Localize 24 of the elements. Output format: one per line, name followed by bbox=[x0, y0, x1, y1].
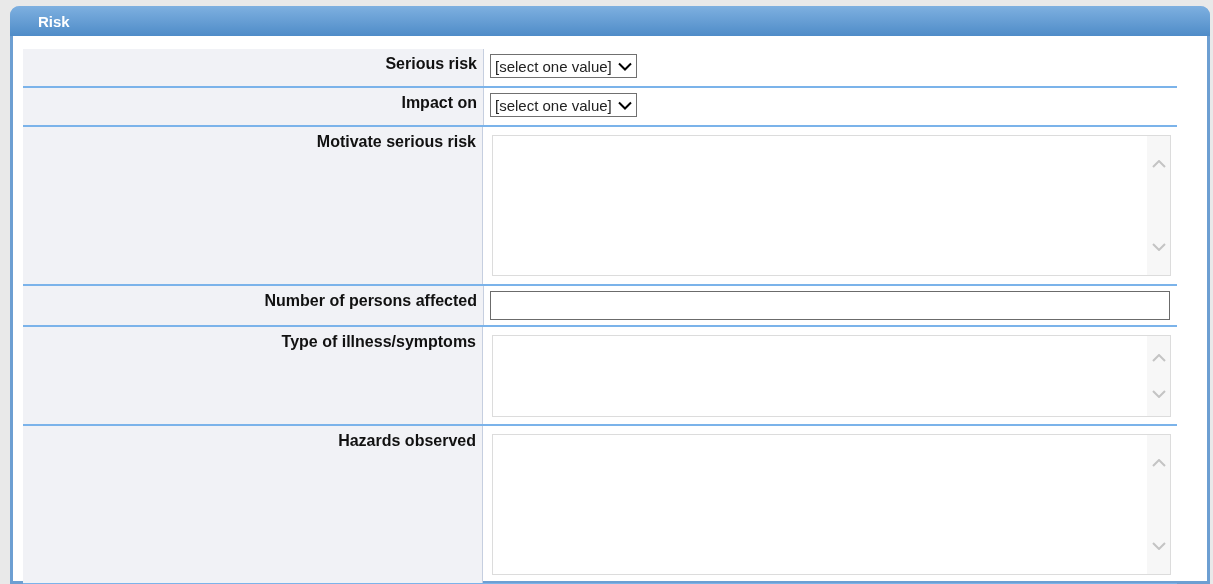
text-area[interactable] bbox=[492, 434, 1171, 575]
input-field[interactable] bbox=[490, 291, 1170, 320]
field-label: Hazards observed bbox=[338, 432, 476, 450]
field-label: Impact on bbox=[401, 94, 477, 112]
scroll-down-icon[interactable] bbox=[1151, 542, 1166, 550]
scrollbar[interactable] bbox=[1147, 435, 1170, 574]
dropdown[interactable]: [select one value] bbox=[490, 54, 637, 78]
panel-title: Risk bbox=[38, 12, 70, 30]
scroll-down-icon[interactable] bbox=[1151, 390, 1166, 398]
caret-icon bbox=[617, 100, 632, 110]
text-area[interactable] bbox=[492, 135, 1171, 276]
scroll-up-icon[interactable] bbox=[1151, 354, 1166, 362]
scrollbar[interactable] bbox=[1147, 336, 1170, 416]
dropdown[interactable]: [select one value] bbox=[490, 93, 637, 117]
text-area[interactable] bbox=[492, 335, 1171, 417]
scroll-down-icon[interactable] bbox=[1151, 243, 1166, 251]
field-label: Motivate serious risk bbox=[316, 133, 476, 151]
scroll-up-icon[interactable] bbox=[1151, 160, 1166, 168]
field-label: Type of illness/symptoms bbox=[281, 333, 476, 351]
field-label: Serious risk bbox=[385, 55, 477, 73]
scroll-up-icon[interactable] bbox=[1151, 459, 1166, 467]
caret-icon bbox=[617, 61, 632, 71]
field-label: Number of persons affected bbox=[264, 292, 477, 310]
scrollbar[interactable] bbox=[1147, 136, 1170, 275]
